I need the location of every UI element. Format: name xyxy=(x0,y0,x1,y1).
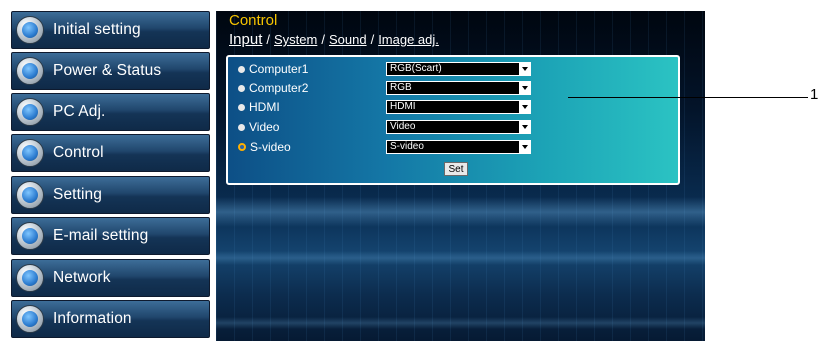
chevron-down-icon[interactable] xyxy=(519,121,530,133)
input-radio-video[interactable] xyxy=(238,123,245,131)
nav-item-network[interactable]: Network xyxy=(11,259,210,297)
initial-setting-icon xyxy=(16,16,44,44)
input-select-computer2[interactable]: RGB xyxy=(386,81,531,95)
power-status-icon xyxy=(16,57,44,85)
nav-item-label: Control xyxy=(53,144,104,161)
select-value: RGB(Scart) xyxy=(390,63,442,74)
tab-bar: Input / System / Sound / Image adj. xyxy=(229,31,439,48)
select-value: RGB xyxy=(390,82,412,93)
tab-system[interactable]: System xyxy=(274,32,317,47)
input-settings-panel: Computer1 RGB(Scart) Computer2 RGB HDMI … xyxy=(226,55,680,185)
nav-item-label: Network xyxy=(53,269,111,286)
input-label: Video xyxy=(249,120,280,134)
background-glow xyxy=(216,251,705,265)
nav-item-label: Initial setting xyxy=(53,21,141,38)
callout-number: 1 xyxy=(810,86,819,103)
tab-sound[interactable]: Sound xyxy=(329,32,367,47)
sidebar-nav: Initial setting Power & Status PC Adj. C… xyxy=(11,11,210,341)
input-label: HDMI xyxy=(249,100,280,114)
information-icon xyxy=(16,305,44,333)
nav-item-pc-adj[interactable]: PC Adj. xyxy=(11,93,210,131)
network-icon xyxy=(16,264,44,292)
tab-image-adj[interactable]: Image adj. xyxy=(378,32,439,47)
nav-item-power-status[interactable]: Power & Status xyxy=(11,52,210,90)
input-select-computer1[interactable]: RGB(Scart) xyxy=(386,62,531,76)
input-label: S-video xyxy=(250,140,291,154)
nav-item-label: Power & Status xyxy=(53,62,162,79)
select-value: Video xyxy=(390,121,416,132)
input-radio-hdmi[interactable] xyxy=(238,103,245,111)
nav-item-email-setting[interactable]: E-mail setting xyxy=(11,217,210,255)
input-label: Computer2 xyxy=(249,81,309,95)
chevron-down-icon[interactable] xyxy=(519,63,530,75)
input-row-video: Video Video xyxy=(228,118,531,136)
chevron-down-icon[interactable] xyxy=(519,141,530,153)
input-radio-s-video[interactable] xyxy=(238,143,246,151)
input-select-video[interactable]: Video xyxy=(386,120,531,134)
input-row-s-video: S-video S-video xyxy=(228,138,531,156)
input-radio-computer1[interactable] xyxy=(238,65,245,73)
input-row-hdmi: HDMI HDMI xyxy=(228,98,531,116)
callout-line xyxy=(568,97,808,98)
input-select-s-video[interactable]: S-video xyxy=(386,140,531,154)
pc-adjust-icon xyxy=(16,98,44,126)
background-glow xyxy=(216,317,705,329)
email-icon xyxy=(16,222,44,250)
input-label: Computer1 xyxy=(249,62,309,76)
input-row-computer1: Computer1 RGB(Scart) xyxy=(228,60,531,78)
input-radio-computer2[interactable] xyxy=(238,84,245,92)
tab-separator: / xyxy=(321,32,325,47)
nav-item-label: E-mail setting xyxy=(53,227,149,244)
chevron-down-icon[interactable] xyxy=(519,101,530,113)
nav-item-initial-setting[interactable]: Initial setting xyxy=(11,11,210,49)
background-glow xyxy=(216,197,705,227)
setting-icon xyxy=(16,181,44,209)
set-button[interactable]: Set xyxy=(444,162,468,176)
nav-item-label: PC Adj. xyxy=(53,103,106,120)
main-panel: Control Input / System / Sound / Image adj. Co… xyxy=(216,11,705,341)
input-row-computer2: Computer2 RGB xyxy=(228,79,531,97)
select-value: S-video xyxy=(390,141,424,152)
nav-item-information[interactable]: Information xyxy=(11,300,210,338)
input-select-hdmi[interactable]: HDMI xyxy=(386,100,531,114)
page-title: Control xyxy=(229,12,278,29)
control-icon xyxy=(16,139,44,167)
chevron-down-icon[interactable] xyxy=(519,82,530,94)
nav-item-label: Information xyxy=(53,310,132,327)
nav-item-setting[interactable]: Setting xyxy=(11,176,210,214)
tab-input[interactable]: Input xyxy=(229,31,262,48)
tab-separator: / xyxy=(370,32,375,47)
nav-item-control[interactable]: Control xyxy=(11,134,210,172)
tab-separator: / xyxy=(266,32,270,47)
select-value: HDMI xyxy=(390,101,416,112)
nav-item-label: Setting xyxy=(53,186,102,203)
